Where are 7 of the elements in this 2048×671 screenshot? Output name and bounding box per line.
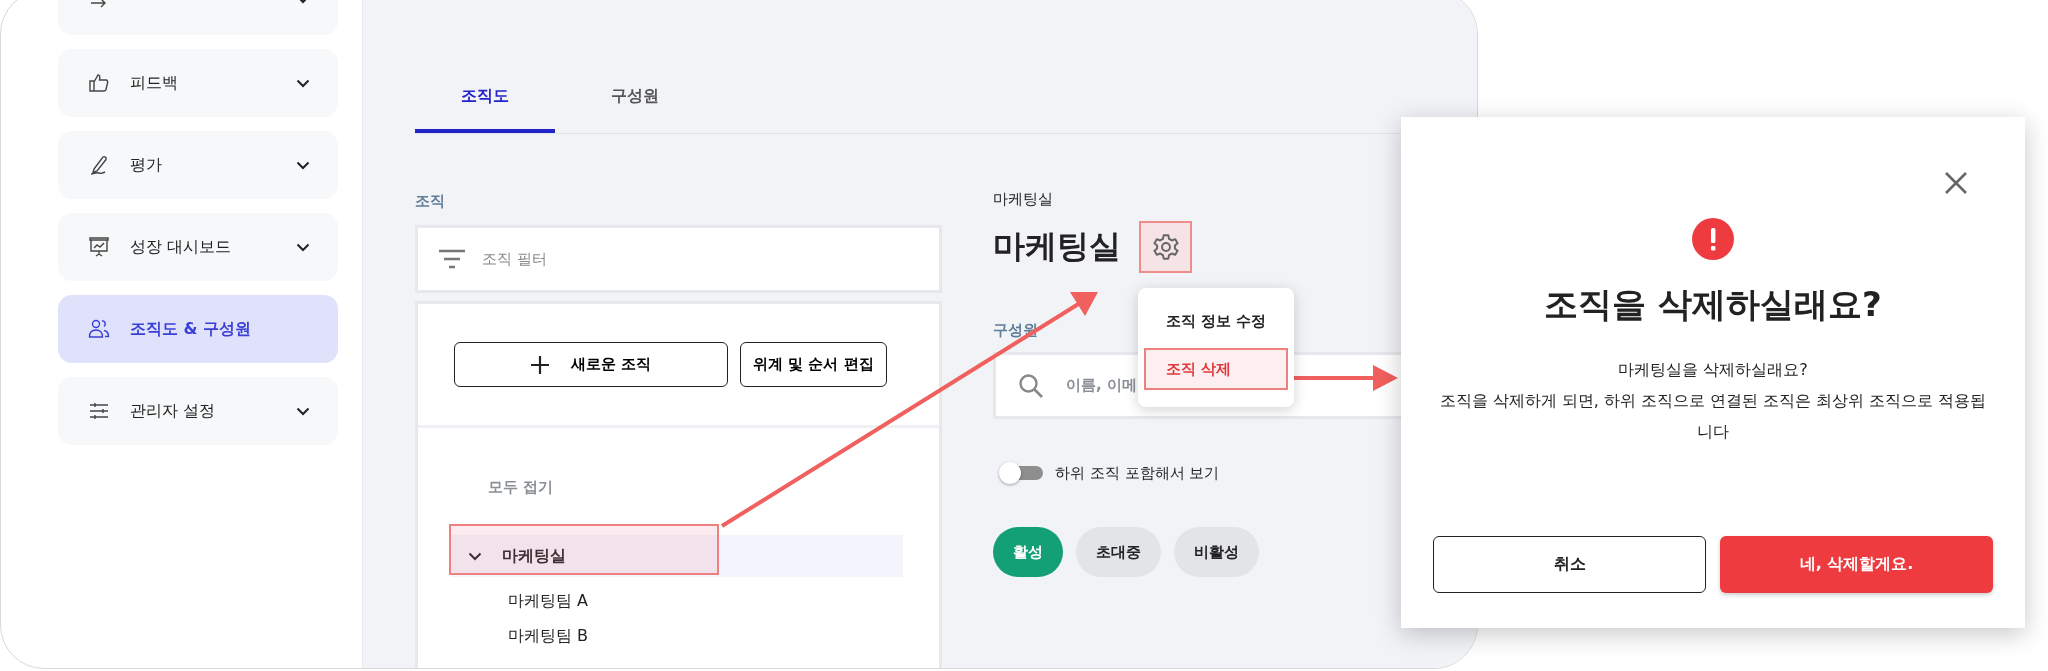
section-label: 조직 bbox=[415, 192, 446, 211]
dialog-title: 조직을 삭제하실래요? bbox=[1544, 283, 1882, 326]
breadcrumb: 마케팅실 bbox=[993, 190, 1054, 209]
dialog-message: 조직을 삭제하게 되면, 하위 조직으로 연결된 조직은 최상위 조직으로 적용됩니다 bbox=[1438, 390, 1988, 443]
toggle-label: 하위 조직 포함해서 보기 bbox=[1055, 463, 1220, 483]
org-title: 마케팅실 bbox=[993, 226, 1121, 267]
dialog-message: 마케팅실을 삭제하실래요? bbox=[1617, 359, 1809, 381]
